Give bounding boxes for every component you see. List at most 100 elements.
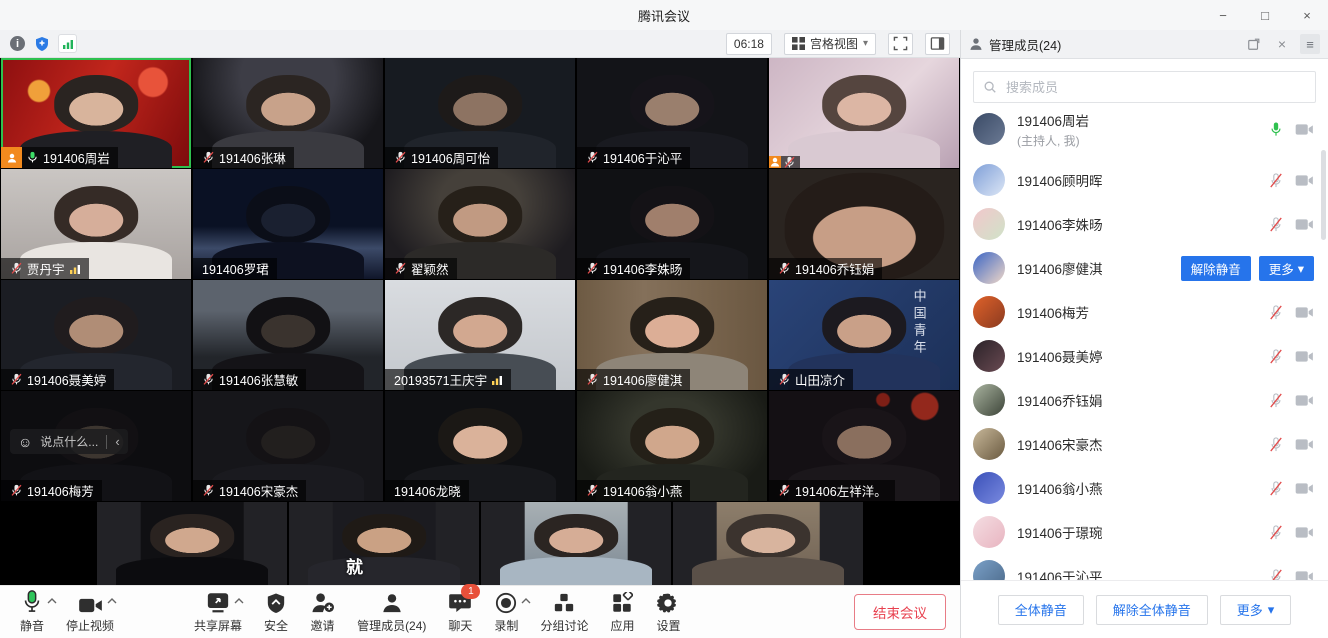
maximize-button[interactable]: □ [1244, 0, 1286, 30]
participant-figure [769, 58, 959, 168]
member-name: 191406于璟琬 [1017, 522, 1103, 542]
member-row[interactable]: 191406乔钰娟 [961, 378, 1328, 422]
video-tile[interactable]: 中国青年山田凉介 [769, 280, 959, 390]
member-status-icons [1269, 304, 1314, 321]
video-tile[interactable] [481, 502, 671, 585]
control-label: 共享屏幕 [194, 617, 242, 634]
video-tile[interactable]: 191406于沁平 [577, 58, 767, 168]
participant-name-label: 191406李姝旸 [577, 258, 690, 279]
video-tile[interactable]: 191406宋豪杰 [193, 391, 383, 501]
video-tile[interactable]: 贾丹宇 [1, 169, 191, 279]
control-chat[interactable]: 1聊天 [448, 590, 472, 634]
member-row[interactable]: 191406宋豪杰 [961, 422, 1328, 466]
control-record[interactable]: 录制 [494, 590, 518, 634]
chat-icon: 1 [448, 590, 472, 614]
video-tile[interactable]: 20193571王庆宇 [385, 280, 575, 390]
video-tile[interactable]: 191406罗珺 [193, 169, 383, 279]
control-shield[interactable]: 安全 [264, 590, 288, 634]
collapse-chevron-icon[interactable]: ‹ [115, 434, 119, 449]
end-meeting-button[interactable]: 结束会议 [854, 594, 946, 630]
control-mic-on[interactable]: 静音 [20, 590, 44, 634]
more-button[interactable]: 更多▾ [1259, 256, 1314, 281]
mic-muted-icon [1269, 524, 1283, 541]
grid-view-icon [792, 37, 805, 50]
signal-bars-icon [69, 263, 81, 275]
video-tile[interactable]: 191406聂美婷 [1, 280, 191, 390]
unmute-button[interactable]: 解除静音 [1181, 256, 1251, 281]
unmute-all-button[interactable]: 解除全体静音 [1096, 595, 1208, 625]
video-tile[interactable] [769, 58, 959, 168]
mic-muted-icon [202, 150, 215, 165]
video-tile[interactable]: 191406左祥洋。 [769, 391, 959, 501]
video-tile[interactable]: 191406张慧敏 [193, 280, 383, 390]
info-icon[interactable]: i [10, 36, 25, 51]
mic-muted-icon [778, 483, 791, 498]
member-search-input[interactable] [1004, 79, 1306, 96]
members-panel-header: 管理成员(24) × ≡ [961, 30, 1328, 59]
view-mode-label: 宫格视图 [810, 35, 858, 52]
shield-protect-icon[interactable] [33, 35, 50, 52]
emoji-icon[interactable]: ☺ [18, 434, 32, 450]
member-row[interactable]: 191406翁小燕 [961, 466, 1328, 510]
video-tile[interactable]: 191406乔钰娟 [769, 169, 959, 279]
participant-name: 191406罗珺 [202, 259, 269, 278]
control-label: 设置 [656, 617, 680, 634]
control-members[interactable]: 管理成员(24) [357, 590, 426, 634]
member-row[interactable]: 191406于璟琬 [961, 510, 1328, 554]
video-tile[interactable] [673, 502, 863, 585]
chat-input-placeholder[interactable]: 说点什么... [40, 433, 98, 450]
video-tile[interactable]: 191406龙晓 [385, 391, 575, 501]
chat-quick-input[interactable]: ☺ 说点什么... ‹ [10, 429, 128, 454]
network-signal-icon[interactable] [58, 34, 77, 53]
caret-up-icon[interactable] [107, 598, 117, 604]
control-settings[interactable]: 设置 [656, 590, 680, 634]
member-row[interactable]: 191406顾明晖 [961, 158, 1328, 202]
member-row[interactable]: 191406李姝旸 [961, 202, 1328, 246]
mic-muted-icon [202, 372, 215, 387]
participant-name: 191406翁小燕 [603, 481, 682, 500]
mute-all-button[interactable]: 全体静音 [998, 595, 1084, 625]
participant-figure [289, 502, 479, 585]
caret-up-icon[interactable] [234, 598, 244, 604]
member-row[interactable]: 191406梅芳 [961, 290, 1328, 334]
popout-panel-icon[interactable] [1244, 34, 1264, 54]
member-search[interactable] [973, 71, 1316, 103]
video-tile[interactable] [97, 502, 287, 585]
search-icon [983, 80, 997, 94]
video-tile[interactable]: 翟颖然 [385, 169, 575, 279]
side-panel-toggle[interactable] [925, 33, 950, 55]
participant-name: 191406李姝旸 [603, 259, 682, 278]
caret-up-icon[interactable] [47, 598, 57, 604]
video-tile[interactable]: 就 [289, 502, 479, 585]
video-tile[interactable]: 191406周岩 [1, 58, 191, 168]
control-camera[interactable]: 停止视频 [66, 590, 114, 634]
minimize-button[interactable]: − [1202, 0, 1244, 30]
video-tile[interactable]: 191406李姝旸 [577, 169, 767, 279]
member-row[interactable]: 191406周岩(主持人, 我) [961, 100, 1328, 158]
mic-muted-icon [1269, 568, 1283, 581]
member-name: 191406顾明晖 [1017, 170, 1103, 190]
close-button[interactable]: × [1286, 0, 1328, 30]
view-mode-selector[interactable]: 宫格视图 ▾ [784, 33, 876, 55]
mic-muted-icon [1269, 216, 1283, 233]
control-breakout[interactable]: 分组讨论 [540, 590, 588, 634]
control-invite[interactable]: 邀请 [310, 590, 335, 634]
member-row[interactable]: 191406聂美婷 [961, 334, 1328, 378]
avatar [973, 384, 1005, 416]
participant-name: 191406左祥洋。 [795, 481, 887, 500]
panel-menu-icon[interactable]: ≡ [1300, 34, 1320, 54]
member-row[interactable]: 191406于沁平 [961, 554, 1328, 580]
control-share-screen[interactable]: 共享屏幕 [194, 590, 242, 634]
video-tile[interactable]: 191406廖健淇 [577, 280, 767, 390]
close-panel-icon[interactable]: × [1272, 34, 1292, 54]
fullscreen-button[interactable] [888, 33, 913, 55]
more-button[interactable]: 更多▾ [1220, 595, 1292, 625]
control-apps[interactable]: 应用 [610, 590, 634, 634]
video-tile[interactable]: 191406张琳 [193, 58, 383, 168]
settings-icon [657, 590, 679, 614]
video-tile[interactable]: 191406周可怡 [385, 58, 575, 168]
video-tile[interactable]: 191406翁小燕 [577, 391, 767, 501]
participant-name-label: 20193571王庆宇 [385, 369, 511, 390]
caret-up-icon[interactable] [521, 598, 531, 604]
member-row[interactable]: 191406廖健淇解除静音更多▾ [961, 246, 1328, 290]
